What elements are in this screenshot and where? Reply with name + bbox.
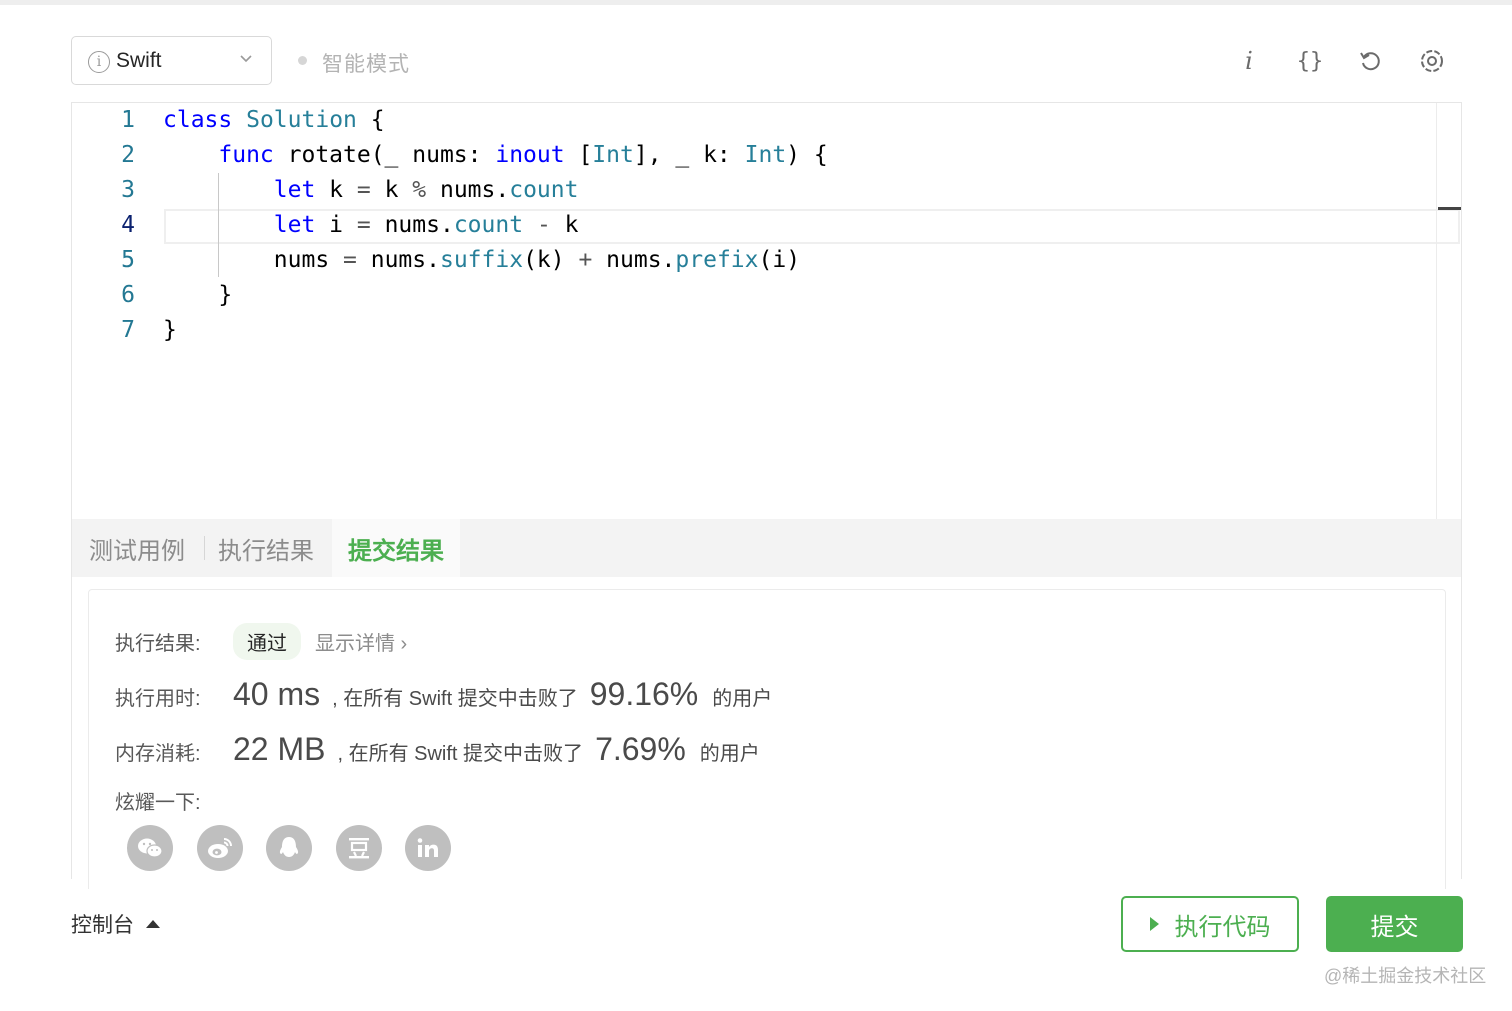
play-icon [1149,917,1159,931]
memory-tail-text: 的用户 [699,743,760,765]
runtime-percentile: 99.16% [589,676,699,712]
line-number: 3 [121,177,135,203]
console-tabs: 测试用例 执行结果 提交结果 [71,519,1462,577]
share-label: 炫耀一下: [115,792,201,814]
mode-status-dot [298,56,307,65]
info-icon[interactable]: i [1232,44,1266,78]
memory-row: 内存消耗: 22 MB , 在所有 Swift 提交中击败了 7.69% 的用户 [115,731,760,768]
run-code-label: 执行代码 [1174,913,1271,941]
console-label: 控制台 [71,914,134,937]
line-number-current: 4 [121,212,135,238]
language-select[interactable]: i Swift [71,36,272,85]
runtime-comparison-text: , 在所有 Swift 提交中击败了 [332,688,578,710]
tab-test-cases[interactable]: 测试用例 [89,519,185,577]
code-line: func rotate(_ nums: inout [Int], _ k: In… [218,142,828,168]
code-line: let i = nums.count - k [273,212,579,238]
line-number: 1 [121,107,135,133]
caret-up-icon [146,920,160,928]
runtime-value: 40 ms [233,676,321,712]
result-panel: 执行结果: 通过 显示详情 › 执行用时: 40 ms , 在所有 Swift … [71,577,1462,889]
status-label: 执行结果: [115,633,201,655]
info-circle-icon: i [88,51,110,73]
run-code-button[interactable]: 执行代码 [1121,896,1299,952]
top-divider [0,0,1512,5]
tab-run-result[interactable]: 执行结果 [218,519,314,577]
qq-icon[interactable] [266,825,312,871]
memory-label: 内存消耗: [115,743,201,765]
douban-icon[interactable] [336,825,382,871]
memory-comparison-text: , 在所有 Swift 提交中击败了 [337,743,584,765]
status-badge: 通过 [233,623,301,660]
line-number: 6 [121,282,135,308]
reset-icon[interactable] [1354,44,1388,78]
line-number-gutter: 1 2 3 4 5 6 7 [72,103,152,520]
chevron-down-icon [240,55,252,63]
submit-label: 提交 [1370,913,1419,941]
editor-toolbar: i Swift 智能模式 i {} [71,36,1461,86]
code-line: nums = nums.suffix(k) + nums.prefix(i) [163,247,801,273]
braces-icon[interactable]: {} [1293,44,1327,78]
tab-divider [204,536,205,560]
language-label: Swift [116,49,162,72]
minimap-cursor-marker [1438,207,1461,210]
memory-percentile: 7.69% [595,731,686,767]
weibo-icon[interactable] [197,825,243,871]
tab-submit-result[interactable]: 提交结果 [332,519,460,577]
line-number: 5 [121,247,135,273]
show-details-link[interactable]: 显示详情 › [315,627,407,656]
line-number: 2 [121,142,135,168]
runtime-label: 执行用时: [115,688,201,710]
wechat-icon[interactable] [127,825,173,871]
line-number: 7 [121,317,135,343]
watermark: @稀土掘金技术社区 [1324,966,1487,986]
submission-result-card: 执行结果: 通过 显示详情 › 执行用时: 40 ms , 在所有 Swift … [88,589,1446,889]
runtime-row: 执行用时: 40 ms , 在所有 Swift 提交中击败了 99.16% 的用… [115,676,772,713]
code-line: } [163,282,233,308]
linkedin-icon[interactable] [405,825,451,871]
settings-icon[interactable] [1415,44,1449,78]
runtime-tail-text: 的用户 [712,688,773,710]
code-editor[interactable]: 1 2 3 4 5 6 7 class Solution { func rota… [71,102,1462,520]
code-line: } [163,317,177,343]
status-row: 执行结果: 通过 显示详情 › [115,623,407,660]
code-line: let k = k % nums.count [273,177,579,203]
minimap-divider [1436,103,1437,520]
memory-value: 22 MB [233,731,326,767]
code-line: class Solution { [163,107,385,133]
smart-mode-toggle[interactable]: 智能模式 [322,48,410,78]
submit-button[interactable]: 提交 [1326,896,1463,952]
console-toggle[interactable]: 控制台 [71,909,160,939]
